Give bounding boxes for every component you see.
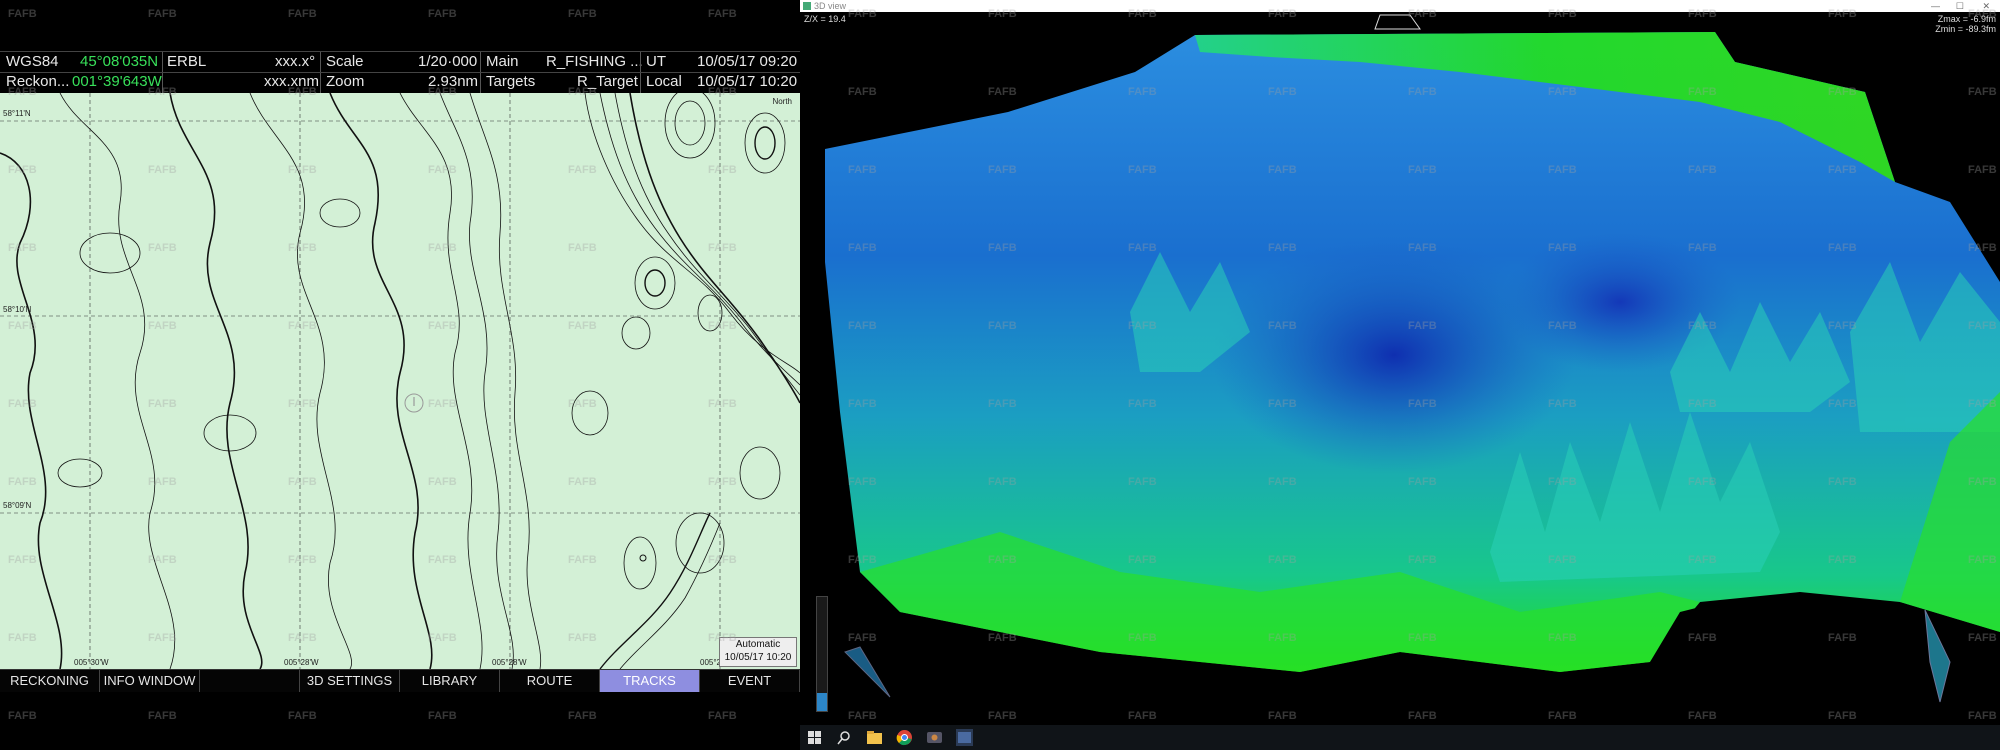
lon-tick-label: 005°2 <box>700 658 721 667</box>
zoom-value[interactable]: 2.93nm <box>428 72 478 92</box>
chart-grid <box>0 93 800 669</box>
lon-tick-label: 005°28'W <box>284 658 319 667</box>
tab-info-window[interactable]: INFO WINDOW <box>100 670 200 692</box>
tab-3d-settings[interactable]: 3D SETTINGS <box>300 670 400 692</box>
left-marker-icon <box>844 646 891 698</box>
depth-gauge[interactable] <box>816 596 828 712</box>
contour-map[interactable] <box>0 93 800 669</box>
divider <box>0 51 800 52</box>
chart-app-icon[interactable] <box>956 729 973 746</box>
tab-library[interactable]: LIBRARY <box>400 670 500 692</box>
scale-value[interactable]: 1/20·000 <box>418 52 477 72</box>
zmin-label: Zmin = -89.3fm <box>1935 24 1996 34</box>
longitude-value: 001°39'643W <box>72 73 162 90</box>
taskbar <box>800 725 2000 750</box>
file-explorer-icon[interactable] <box>866 729 883 746</box>
latitude-value: 45°08'035N <box>80 53 159 70</box>
chrome-icon[interactable] <box>896 729 913 746</box>
main-value[interactable]: R_FISHING ... <box>546 52 643 72</box>
local-value: 10/05/17 10:20 <box>697 73 798 90</box>
maximize-icon[interactable]: ☐ <box>1956 0 1964 12</box>
lon-tick-label: 005°30'W <box>74 658 109 667</box>
app-icon <box>803 2 811 10</box>
right-marker-icon <box>1924 609 1951 703</box>
window-title: 3D view <box>814 1 847 11</box>
3d-view-window: 3D view — ☐ ✕ Z/X = 19.4 Zmax = -6.9fm Z… <box>800 0 2000 725</box>
bathymetric-chart[interactable]: 58°11'N 58°10'N 58°09'N 005°30'W 005°28'… <box>0 93 800 669</box>
chart-pane: WGS84 45°08'035N ERBL xxx.x° Scale 1/20·… <box>0 0 800 750</box>
lat-tick-label: 58°09'N <box>3 501 32 510</box>
north-indicator: North <box>772 97 792 106</box>
zmax-label: Zmax = -6.9fm <box>1937 14 1996 24</box>
tab-reckoning[interactable]: RECKONING <box>0 670 100 692</box>
depth-gauge-fill <box>817 692 827 711</box>
app-icon[interactable] <box>926 729 943 746</box>
distance-value: xxx.xnm <box>264 73 320 90</box>
mode-label[interactable]: Reckon... <box>6 72 69 92</box>
tab-tracks[interactable]: TRACKS <box>600 670 700 692</box>
view-frustum-icon <box>1374 14 1421 30</box>
ut-label: UT <box>646 53 666 70</box>
ut-value: 10/05/17 09:20 <box>697 53 798 70</box>
divider <box>0 72 800 73</box>
tab-empty[interactable] <box>200 670 300 692</box>
targets-value[interactable]: R_Target <box>577 72 638 92</box>
local-label: Local <box>646 73 682 90</box>
tab-route[interactable]: ROUTE <box>500 670 600 692</box>
window-title-bar[interactable]: 3D view — ☐ ✕ <box>800 0 2000 12</box>
minimize-icon[interactable]: — <box>1931 0 1940 12</box>
auto-status-box[interactable]: Automatic 10/05/17 10:20 <box>719 637 797 667</box>
auto-status-label: Automatic <box>735 639 781 650</box>
zx-ratio-label: Z/X = 19.4 <box>804 14 846 24</box>
lat-tick-label: 58°10'N <box>3 305 32 314</box>
tab-bar: RECKONING INFO WINDOW 3D SETTINGS LIBRAR… <box>0 669 800 692</box>
auto-status-time: 10/05/17 10:20 <box>724 652 792 663</box>
erbl-button[interactable]: ERBL <box>167 52 206 72</box>
main-label: Main <box>486 53 519 70</box>
zoom-label: Zoom <box>326 73 365 90</box>
terrain-3d-render[interactable] <box>800 12 2000 725</box>
lat-tick-label: 58°11'N <box>3 109 31 118</box>
windows-start-icon[interactable] <box>806 729 823 746</box>
target-marker-icon <box>639 554 647 562</box>
search-icon[interactable] <box>836 729 853 746</box>
tab-event[interactable]: EVENT <box>700 670 800 692</box>
datum-label: WGS84 <box>6 53 59 70</box>
scale-label: Scale <box>326 53 364 70</box>
contour-lines <box>0 93 800 669</box>
targets-label: Targets <box>486 73 536 90</box>
close-icon[interactable]: ✕ <box>1982 0 1990 12</box>
lon-tick-label: 005°28'W <box>492 658 527 667</box>
bearing-value: xxx.x° <box>275 53 316 70</box>
